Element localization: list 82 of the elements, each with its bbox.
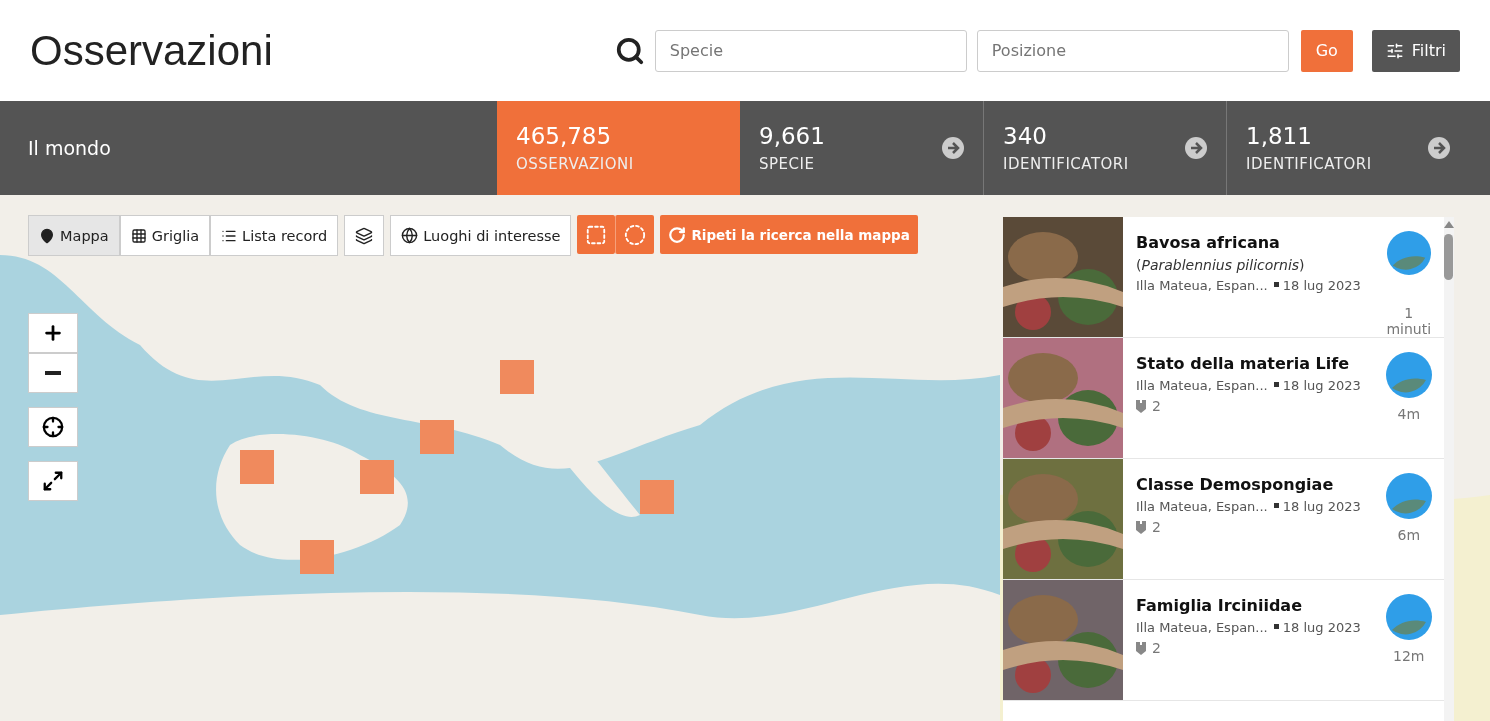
plus-icon — [42, 322, 64, 344]
search-icon — [614, 35, 645, 66]
dashed-circle-icon — [624, 223, 647, 246]
observation-location: Illa Mateua, Espan... — [1136, 278, 1268, 293]
stat-value: 465,785 — [516, 123, 613, 149]
view-tab[interactable]: Mappa — [28, 215, 120, 256]
stat-value: 1,811 — [1246, 123, 1313, 149]
observation-item[interactable]: Classe Demospongiae Illa Mateua, Espan... 18 lug 2023 2 6m — [1003, 459, 1444, 580]
scientific-name: (Parablennius pilicornis) — [1136, 257, 1306, 273]
bullet-icon — [1273, 281, 1279, 287]
shield-icon — [1136, 520, 1146, 534]
zoom-out-button[interactable] — [28, 353, 78, 393]
observation-title: Classe Demospongiae — [1136, 475, 1335, 494]
view-tab[interactable]: Lista record — [210, 215, 339, 256]
stat-tab[interactable]: 9,661 SPECIE — [740, 101, 983, 195]
zoom-in-button[interactable] — [28, 313, 78, 353]
species-field[interactable]: Specie — [654, 29, 967, 72]
stat-label: SPECIE — [759, 155, 816, 173]
bullet-icon — [1273, 623, 1279, 629]
layers-icon — [355, 226, 374, 245]
time-ago: 4m — [1396, 406, 1421, 422]
observation-cell — [420, 420, 454, 454]
globe-icon — [401, 227, 419, 244]
page-title: Osservazioni — [30, 26, 274, 75]
observation-title: Famiglia Irciniidae — [1136, 596, 1303, 615]
id-count: 2 — [1152, 640, 1161, 656]
stat-value: 9,661 — [759, 123, 826, 149]
shield-icon — [1136, 641, 1146, 655]
observation-cell — [360, 460, 394, 494]
expand-icon — [42, 470, 64, 492]
crosshair-icon — [42, 416, 64, 438]
observation-item[interactable]: Famiglia Irciniidae Illa Mateua, Espan... 18 lug 2023 2 12m — [1003, 580, 1444, 701]
place-name: Il mondo — [28, 137, 111, 159]
scroll-up-icon — [1443, 221, 1454, 228]
stat-label: IDENTIFICATORI — [1003, 155, 1130, 173]
avatar — [1385, 352, 1432, 398]
rectangle-select-button[interactable] — [577, 215, 616, 254]
pin-icon — [39, 227, 55, 244]
observation-date: 18 lug 2023 — [1282, 378, 1361, 393]
avatar — [1385, 231, 1432, 275]
observation-item[interactable]: Stato della materia Life Illa Mateua, Espan... 18 lug 2023 2 4m — [1003, 338, 1444, 459]
observation-cell — [300, 540, 334, 574]
time-ago: 6m — [1396, 527, 1421, 543]
avatar — [1385, 473, 1432, 519]
observation-date: 18 lug 2023 — [1282, 620, 1361, 635]
sliders-icon — [1385, 41, 1404, 60]
layers-button[interactable] — [344, 215, 385, 256]
observation-cell — [640, 480, 674, 514]
avatar — [1385, 594, 1432, 640]
dashed-square-icon — [585, 223, 608, 246]
observation-location: Illa Mateua, Espan... — [1136, 499, 1268, 514]
fullscreen-button[interactable] — [28, 461, 78, 501]
view-tab[interactable]: Griglia — [119, 215, 211, 256]
id-count: 2 — [1152, 398, 1161, 414]
bullet-icon — [1273, 381, 1279, 387]
refresh-icon — [668, 225, 687, 244]
observation-date: 18 lug 2023 — [1282, 499, 1361, 514]
shield-icon — [1136, 399, 1146, 413]
scrollbar[interactable] — [1443, 217, 1454, 721]
location-field[interactable]: Posizione — [976, 29, 1289, 72]
filters-button[interactable]: Filtri — [1371, 29, 1460, 72]
minus-icon — [45, 371, 61, 375]
circle-select-button[interactable] — [615, 215, 655, 254]
observation-location: Illa Mateua, Espan... — [1136, 620, 1268, 635]
observation-title: Bavosa africana — [1136, 233, 1281, 252]
observation-date: 18 lug 2023 — [1282, 278, 1361, 293]
observation-location: Illa Mateua, Espan... — [1136, 378, 1268, 393]
scroll-thumb[interactable] — [1444, 234, 1454, 280]
locate-button[interactable] — [28, 407, 78, 447]
stat-label: IDENTIFICATORI — [1246, 155, 1373, 173]
stat-value: 340 — [1003, 123, 1048, 149]
observation-cell — [500, 360, 534, 394]
bullet-icon — [1273, 502, 1279, 508]
observation-item[interactable]: Bavosa africana (Parablennius pilicornis) Illa Mateua, Espan... 18 lug 2023 1 minuti — [1003, 217, 1444, 338]
time-ago: 12m — [1392, 648, 1426, 664]
observation-title: Stato della materia Life — [1136, 354, 1351, 373]
stat-label: OSSERVAZIONI — [516, 155, 635, 173]
time-ago: 1 minuti — [1385, 305, 1433, 337]
places-button[interactable]: Luoghi di interesse — [390, 215, 572, 256]
observation-cell — [240, 450, 274, 484]
id-count: 2 — [1152, 519, 1161, 535]
grid-icon — [130, 227, 147, 244]
